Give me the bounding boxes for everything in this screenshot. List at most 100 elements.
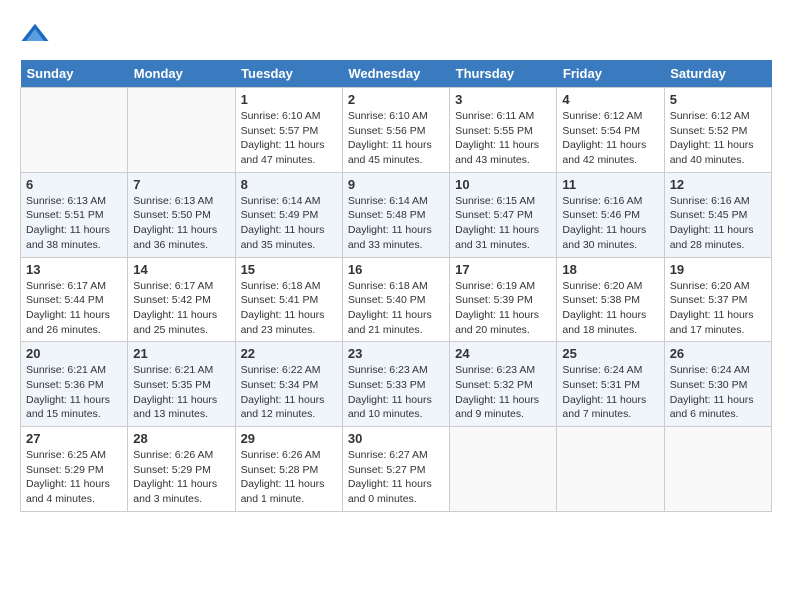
calendar-cell: 13 Sunrise: 6:17 AM Sunset: 5:44 PM Dayli…: [21, 257, 128, 342]
day-number: 14: [133, 262, 229, 277]
calendar-cell: 22 Sunrise: 6:22 AM Sunset: 5:34 PM Dayli…: [235, 342, 342, 427]
calendar-cell: 4Sunrise: 6:12 AM Sunset: 5:54 PM Daylig…: [557, 88, 664, 173]
day-number: 3: [455, 92, 551, 107]
day-info: Sunrise: 6:21 AM Sunset: 5:36 PM Dayligh…: [26, 363, 122, 422]
day-number: 1: [241, 92, 337, 107]
day-number: 9: [348, 177, 444, 192]
day-info: Sunrise: 6:13 AM Sunset: 5:50 PM Dayligh…: [133, 194, 229, 253]
day-info: Sunrise: 6:13 AM Sunset: 5:51 PM Dayligh…: [26, 194, 122, 253]
day-info: Sunrise: 6:10 AM Sunset: 5:56 PM Dayligh…: [348, 109, 444, 168]
day-info: Sunrise: 6:16 AM Sunset: 5:45 PM Dayligh…: [670, 194, 766, 253]
day-number: 10: [455, 177, 551, 192]
calendar-cell: [664, 427, 771, 512]
calendar-cell: 29 Sunrise: 6:26 AM Sunset: 5:28 PM Dayli…: [235, 427, 342, 512]
day-number: 13: [26, 262, 122, 277]
day-info: Sunrise: 6:23 AM Sunset: 5:33 PM Dayligh…: [348, 363, 444, 422]
calendar-cell: 24Sunrise: 6:23 AM Sunset: 5:32 PM Dayli…: [450, 342, 557, 427]
day-info: Sunrise: 6:10 AM Sunset: 5:57 PM Dayligh…: [241, 109, 337, 168]
day-info: Sunrise: 6:20 AM Sunset: 5:38 PM Dayligh…: [562, 279, 658, 338]
day-number: 11: [562, 177, 658, 192]
day-number: 2: [348, 92, 444, 107]
day-info: Sunrise: 6:15 AM Sunset: 5:47 PM Dayligh…: [455, 194, 551, 253]
day-info: Sunrise: 6:22 AM Sunset: 5:34 PM Dayligh…: [241, 363, 337, 422]
logo-icon: [20, 20, 50, 50]
day-info: Sunrise: 6:24 AM Sunset: 5:31 PM Dayligh…: [562, 363, 658, 422]
day-info: Sunrise: 6:18 AM Sunset: 5:40 PM Dayligh…: [348, 279, 444, 338]
calendar-cell: 1 Sunrise: 6:10 AM Sunset: 5:57 PM Daylig…: [235, 88, 342, 173]
day-info: Sunrise: 6:18 AM Sunset: 5:41 PM Dayligh…: [241, 279, 337, 338]
day-info: Sunrise: 6:21 AM Sunset: 5:35 PM Dayligh…: [133, 363, 229, 422]
day-info: Sunrise: 6:20 AM Sunset: 5:37 PM Dayligh…: [670, 279, 766, 338]
day-info: Sunrise: 6:14 AM Sunset: 5:49 PM Dayligh…: [241, 194, 337, 253]
day-number: 30: [348, 431, 444, 446]
day-number: 18: [562, 262, 658, 277]
day-number: 17: [455, 262, 551, 277]
calendar-cell: 14 Sunrise: 6:17 AM Sunset: 5:42 PM Dayli…: [128, 257, 235, 342]
day-info: Sunrise: 6:17 AM Sunset: 5:42 PM Dayligh…: [133, 279, 229, 338]
calendar-cell: 18 Sunrise: 6:20 AM Sunset: 5:38 PM Dayli…: [557, 257, 664, 342]
day-info: Sunrise: 6:17 AM Sunset: 5:44 PM Dayligh…: [26, 279, 122, 338]
day-info: Sunrise: 6:11 AM Sunset: 5:55 PM Dayligh…: [455, 109, 551, 168]
calendar-cell: [557, 427, 664, 512]
calendar-week-row: 20 Sunrise: 6:21 AM Sunset: 5:36 PM Dayli…: [21, 342, 772, 427]
calendar-week-row: 6 Sunrise: 6:13 AM Sunset: 5:51 PM Daylig…: [21, 172, 772, 257]
calendar-cell: 21 Sunrise: 6:21 AM Sunset: 5:35 PM Dayli…: [128, 342, 235, 427]
day-info: Sunrise: 6:14 AM Sunset: 5:48 PM Dayligh…: [348, 194, 444, 253]
calendar-header-cell: Saturday: [664, 60, 771, 88]
day-number: 6: [26, 177, 122, 192]
day-info: Sunrise: 6:12 AM Sunset: 5:52 PM Dayligh…: [670, 109, 766, 168]
day-info: Sunrise: 6:26 AM Sunset: 5:28 PM Dayligh…: [241, 448, 337, 507]
day-info: Sunrise: 6:25 AM Sunset: 5:29 PM Dayligh…: [26, 448, 122, 507]
calendar-cell: 11Sunrise: 6:16 AM Sunset: 5:46 PM Dayli…: [557, 172, 664, 257]
calendar-body: 1 Sunrise: 6:10 AM Sunset: 5:57 PM Daylig…: [21, 88, 772, 512]
calendar-cell: 25 Sunrise: 6:24 AM Sunset: 5:31 PM Dayli…: [557, 342, 664, 427]
calendar-cell: 12 Sunrise: 6:16 AM Sunset: 5:45 PM Dayli…: [664, 172, 771, 257]
day-number: 29: [241, 431, 337, 446]
day-number: 12: [670, 177, 766, 192]
calendar-cell: 2 Sunrise: 6:10 AM Sunset: 5:56 PM Daylig…: [342, 88, 449, 173]
day-number: 8: [241, 177, 337, 192]
day-number: 20: [26, 346, 122, 361]
header: [20, 20, 772, 50]
day-number: 16: [348, 262, 444, 277]
day-number: 28: [133, 431, 229, 446]
calendar-cell: 20 Sunrise: 6:21 AM Sunset: 5:36 PM Dayli…: [21, 342, 128, 427]
calendar-cell: 3 Sunrise: 6:11 AM Sunset: 5:55 PM Daylig…: [450, 88, 557, 173]
calendar-cell: 17 Sunrise: 6:19 AM Sunset: 5:39 PM Dayli…: [450, 257, 557, 342]
day-number: 23: [348, 346, 444, 361]
calendar-cell: 30 Sunrise: 6:27 AM Sunset: 5:27 PM Dayli…: [342, 427, 449, 512]
calendar-header-cell: Friday: [557, 60, 664, 88]
day-info: Sunrise: 6:19 AM Sunset: 5:39 PM Dayligh…: [455, 279, 551, 338]
calendar-cell: 7 Sunrise: 6:13 AM Sunset: 5:50 PM Daylig…: [128, 172, 235, 257]
day-info: Sunrise: 6:23 AM Sunset: 5:32 PM Dayligh…: [455, 363, 551, 422]
calendar-cell: 8 Sunrise: 6:14 AM Sunset: 5:49 PM Daylig…: [235, 172, 342, 257]
day-number: 22: [241, 346, 337, 361]
calendar-cell: 15Sunrise: 6:18 AM Sunset: 5:41 PM Dayli…: [235, 257, 342, 342]
calendar-table: SundayMondayTuesdayWednesdayThursdayFrid…: [20, 60, 772, 512]
calendar-cell: 28Sunrise: 6:26 AM Sunset: 5:29 PM Dayli…: [128, 427, 235, 512]
day-number: 27: [26, 431, 122, 446]
logo: [20, 20, 54, 50]
calendar-cell: 26Sunrise: 6:24 AM Sunset: 5:30 PM Dayli…: [664, 342, 771, 427]
day-number: 19: [670, 262, 766, 277]
day-number: 4: [562, 92, 658, 107]
calendar-week-row: 13 Sunrise: 6:17 AM Sunset: 5:44 PM Dayli…: [21, 257, 772, 342]
calendar-cell: [21, 88, 128, 173]
calendar-header-cell: Sunday: [21, 60, 128, 88]
calendar-cell: 23 Sunrise: 6:23 AM Sunset: 5:33 PM Dayli…: [342, 342, 449, 427]
day-number: 5: [670, 92, 766, 107]
day-number: 21: [133, 346, 229, 361]
day-info: Sunrise: 6:24 AM Sunset: 5:30 PM Dayligh…: [670, 363, 766, 422]
calendar-header-cell: Thursday: [450, 60, 557, 88]
calendar-week-row: 1 Sunrise: 6:10 AM Sunset: 5:57 PM Daylig…: [21, 88, 772, 173]
calendar-cell: 6 Sunrise: 6:13 AM Sunset: 5:51 PM Daylig…: [21, 172, 128, 257]
day-number: 25: [562, 346, 658, 361]
calendar-cell: 27 Sunrise: 6:25 AM Sunset: 5:29 PM Dayli…: [21, 427, 128, 512]
calendar-cell: 19 Sunrise: 6:20 AM Sunset: 5:37 PM Dayli…: [664, 257, 771, 342]
day-number: 7: [133, 177, 229, 192]
calendar-cell: [128, 88, 235, 173]
calendar-cell: [450, 427, 557, 512]
calendar-cell: 10 Sunrise: 6:15 AM Sunset: 5:47 PM Dayli…: [450, 172, 557, 257]
day-info: Sunrise: 6:27 AM Sunset: 5:27 PM Dayligh…: [348, 448, 444, 507]
calendar-cell: 5 Sunrise: 6:12 AM Sunset: 5:52 PM Daylig…: [664, 88, 771, 173]
